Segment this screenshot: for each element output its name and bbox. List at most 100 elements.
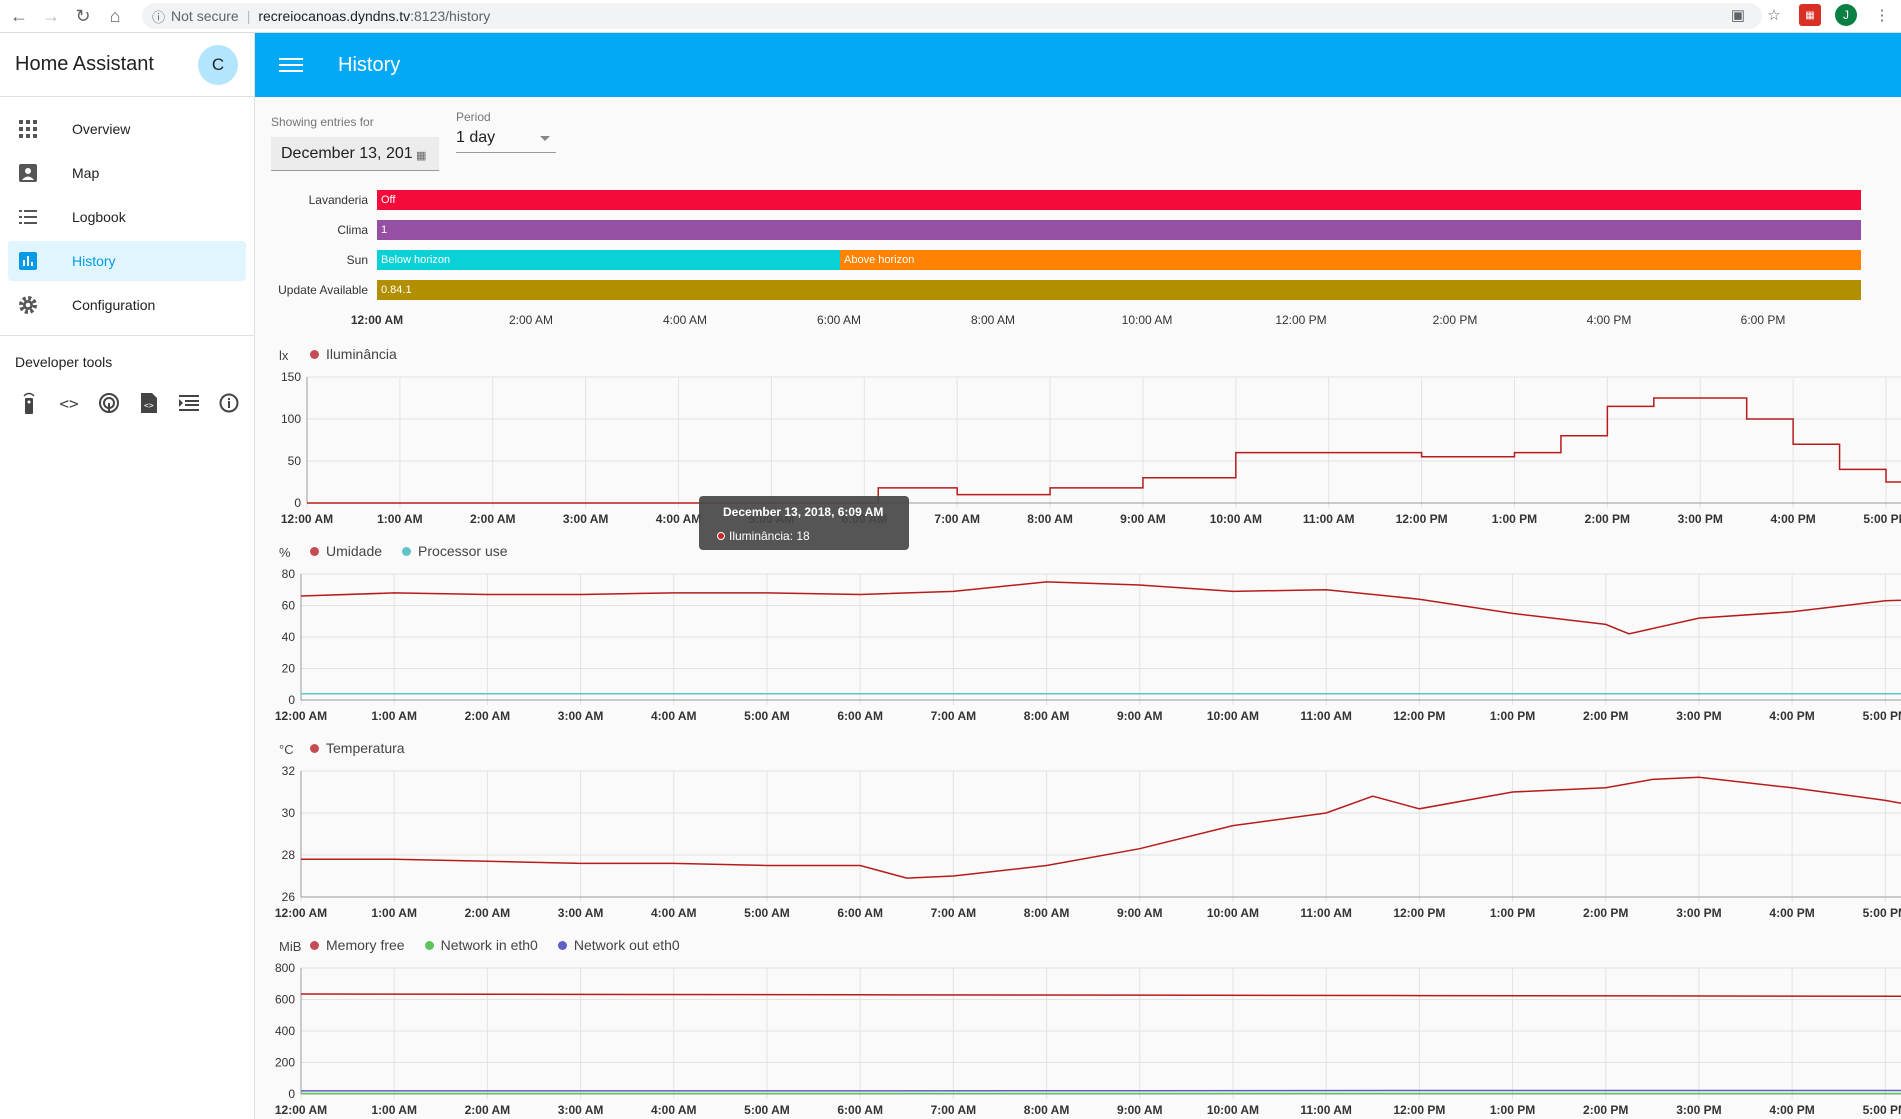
chart-unit-label: °C xyxy=(279,742,294,757)
menu-icon[interactable] xyxy=(279,58,303,72)
timeline-tick-label: 10:00 AM xyxy=(1121,313,1173,327)
timeline-segment[interactable]: 0.84.1 xyxy=(377,280,1861,300)
sidebar-item-label: Logbook xyxy=(72,209,126,225)
y-tick-label: 28 xyxy=(282,848,296,862)
timeline-row-label: Clima xyxy=(337,223,368,237)
reload-icon[interactable]: ↻ xyxy=(70,3,96,29)
svg-text:<>: <> xyxy=(144,401,154,410)
x-tick-label: 5:00 PM xyxy=(1863,906,1901,920)
timeline-segment[interactable]: 1 xyxy=(377,220,1861,240)
star-icon[interactable]: ☆ xyxy=(1763,4,1785,26)
x-tick-label: 1:00 AM xyxy=(377,512,423,526)
sidebar-item-overview[interactable]: Overview xyxy=(8,109,246,149)
x-tick-label: 1:00 AM xyxy=(371,709,417,723)
legend-item[interactable]: Memory free xyxy=(310,937,405,953)
x-tick-label: 5:00 PM xyxy=(1863,1103,1901,1117)
x-tick-label: 4:00 AM xyxy=(651,1103,697,1117)
user-avatar[interactable]: C xyxy=(198,45,238,85)
remote-icon[interactable] xyxy=(18,392,40,414)
template-icon[interactable] xyxy=(178,392,200,414)
x-tick-label: 7:00 AM xyxy=(931,906,977,920)
x-tick-label: 1:00 PM xyxy=(1490,709,1535,723)
x-tick-label: 1:00 PM xyxy=(1490,906,1535,920)
date-picker-input[interactable]: December 13, 201 ▦ xyxy=(271,137,439,171)
sidebar-item-history[interactable]: History xyxy=(8,241,246,281)
x-tick-label: 10:00 AM xyxy=(1210,512,1262,526)
x-tick-label: 6:00 AM xyxy=(837,906,883,920)
x-tick-label: 4:00 AM xyxy=(656,512,702,526)
x-tick-label: 4:00 PM xyxy=(1769,709,1814,723)
chart-humidity-processor: % Umidade Processor use 0 20 40 60 80 12:00 AM 1:… xyxy=(255,537,1901,734)
x-tick-label: 9:00 AM xyxy=(1117,1103,1163,1117)
chart-memory-network: MiB Memory free Network in eth0 Network out… xyxy=(255,931,1901,1119)
sidebar-item-label: Configuration xyxy=(72,297,156,313)
y-tick-label: 20 xyxy=(282,662,296,676)
series-line[interactable] xyxy=(301,1089,1901,1092)
calendar-icon[interactable]: ▦ xyxy=(416,149,426,162)
file-code-icon[interactable]: <> xyxy=(138,392,160,414)
legend-label: Processor use xyxy=(418,543,508,559)
x-tick-label: 5:00 PM xyxy=(1863,512,1901,526)
code-icon[interactable]: <> xyxy=(58,392,80,414)
series-line[interactable] xyxy=(300,581,1901,635)
y-tick-label: 26 xyxy=(282,890,296,904)
url-path: :8123/history xyxy=(410,8,491,24)
x-tick-label: 12:00 PM xyxy=(1393,906,1445,920)
dropdown-arrow-icon xyxy=(540,136,550,141)
x-tick-label: 3:00 PM xyxy=(1676,1103,1721,1117)
legend-item[interactable]: Iluminância xyxy=(310,346,397,362)
legend-item[interactable]: Network out eth0 xyxy=(557,937,680,953)
x-tick-label: 9:00 AM xyxy=(1120,512,1166,526)
series-line[interactable] xyxy=(307,397,1901,504)
timeline-tick-label: 12:00 AM xyxy=(350,313,404,327)
timeline-segment[interactable]: Off xyxy=(377,190,1861,210)
chart-svg: 0 20 40 60 80 12:00 AM 1:00 AM 2:00 AM 3:00 AM 4:… xyxy=(275,567,1901,723)
date-value: December 13, 201 xyxy=(281,145,413,162)
legend-item[interactable]: Temperatura xyxy=(310,740,405,756)
tooltip-series-dot xyxy=(717,532,725,540)
sidebar-item-map[interactable]: Map xyxy=(8,153,246,193)
broadcast-icon[interactable] xyxy=(98,392,120,414)
timeline-segment[interactable]: Below horizon xyxy=(377,250,840,270)
x-tick-label: 12:00 PM xyxy=(1396,512,1448,526)
x-tick-label: 2:00 AM xyxy=(465,1103,511,1117)
info-icon: ⓘ xyxy=(152,9,166,25)
chart-legend: Memory free Network in eth0 Network out et… xyxy=(310,937,680,953)
x-tick-label: 10:00 AM xyxy=(1207,906,1259,920)
x-tick-label: 4:00 AM xyxy=(651,709,697,723)
timeline-tick-label: 6:00 AM xyxy=(816,313,862,327)
x-tick-label: 6:00 AM xyxy=(837,709,883,723)
profile-avatar[interactable]: J xyxy=(1835,4,1857,26)
series-line[interactable] xyxy=(301,776,1901,879)
y-tick-label: 400 xyxy=(275,1024,295,1038)
x-tick-label: 4:00 AM xyxy=(651,906,697,920)
legend-item[interactable]: Umidade xyxy=(310,543,382,559)
timeline-segment[interactable]: Above horizon xyxy=(840,250,1861,270)
timeline-tick-label: 2:00 AM xyxy=(508,313,554,327)
sidebar-item-configuration[interactable]: Configuration xyxy=(8,285,246,325)
chart-unit-label: MiB xyxy=(279,939,302,954)
x-tick-label: 5:00 AM xyxy=(744,1103,790,1117)
url-host: recreiocanoas.dyndns.tv xyxy=(258,8,411,24)
more-icon[interactable]: ⋮ xyxy=(1871,4,1893,26)
series-line[interactable] xyxy=(301,684,1901,695)
app-title: Home Assistant xyxy=(15,53,154,75)
legend-item[interactable]: Processor use xyxy=(402,543,508,559)
address-bar[interactable]: ⓘ Not secure | recreiocanoas.dyndns.tv :… xyxy=(142,3,1762,29)
legend-item[interactable]: Network in eth0 xyxy=(424,937,538,953)
chart-icon xyxy=(18,251,38,271)
period-dropdown[interactable]: 1 day xyxy=(456,127,556,153)
chart-svg: 26 28 30 32 12:00 AM 1:00 AM 2:00 AM 3:00 AM 4:0… xyxy=(275,764,1901,920)
translate-icon[interactable]: ▣ xyxy=(1727,4,1749,26)
home-icon[interactable]: ⌂ xyxy=(102,3,128,29)
y-tick-label: 0 xyxy=(288,693,295,707)
info-circle-icon[interactable] xyxy=(218,392,240,414)
x-tick-label: 3:00 AM xyxy=(558,1103,604,1117)
y-tick-label: 800 xyxy=(275,961,295,975)
x-tick-label: 4:00 PM xyxy=(1769,906,1814,920)
x-tick-label: 3:00 PM xyxy=(1676,906,1721,920)
sidebar-item-logbook[interactable]: Logbook xyxy=(8,197,246,237)
back-icon[interactable]: ← xyxy=(6,3,32,29)
forward-icon[interactable]: → xyxy=(38,3,64,29)
extension-icon[interactable]: ▦ xyxy=(1799,4,1821,26)
